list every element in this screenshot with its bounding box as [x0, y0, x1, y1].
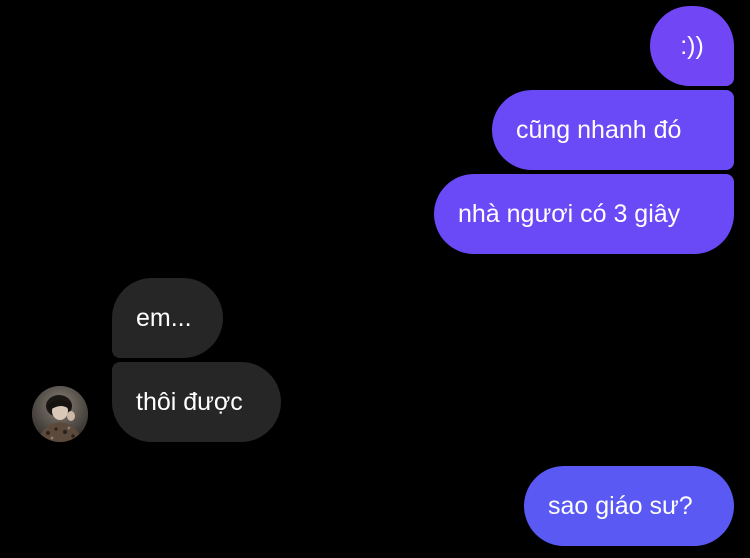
incoming-message-bubble[interactable]: thôi được — [112, 362, 281, 442]
message-text: cũng nhanh đó — [516, 115, 682, 144]
message-text: thôi được — [136, 387, 243, 416]
outgoing-message-bubble[interactable]: cũng nhanh đó — [492, 90, 734, 170]
contact-avatar[interactable] — [32, 386, 88, 442]
outgoing-message-bubble[interactable]: sao giáo sư? — [524, 466, 734, 546]
incoming-message-bubble[interactable]: em... — [112, 278, 223, 358]
message-text: :)) — [680, 31, 704, 60]
outgoing-message-bubble[interactable]: :)) — [650, 6, 734, 86]
avatar-photo-icon — [32, 386, 88, 442]
message-text: nhà ngươi có 3 giây — [458, 199, 681, 228]
outgoing-message-bubble[interactable]: nhà ngươi có 3 giây — [434, 174, 734, 254]
message-text: sao giáo sư? — [548, 491, 693, 520]
message-text: em... — [136, 303, 192, 332]
